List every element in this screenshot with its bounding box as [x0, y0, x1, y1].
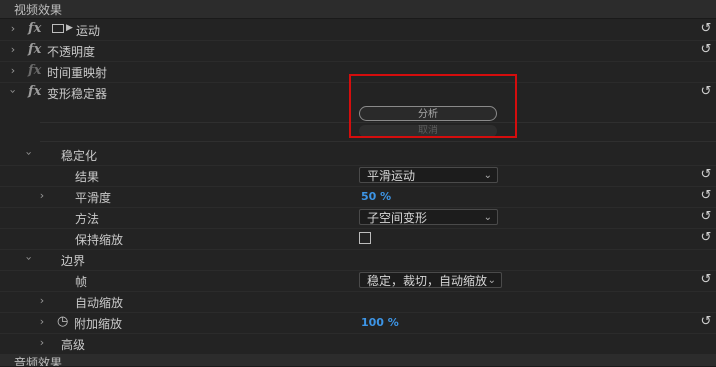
additional-scale-value[interactable]: 100 % — [361, 316, 399, 329]
play-triangle-icon: ▶ — [66, 23, 73, 33]
preserve-scale-label: 保持缩放 — [75, 233, 124, 247]
chevron-down-icon: ⌄ — [483, 170, 492, 181]
result-label: 结果 — [75, 170, 100, 184]
reset-icon[interactable]: ↺ — [699, 85, 713, 99]
property-row-smoothness: › 平滑度 50 % ↺ — [0, 186, 716, 208]
chevron-down-icon[interactable]: › — [7, 87, 20, 97]
reset-icon[interactable]: ↺ — [699, 273, 713, 287]
result-value: 平滑运动 — [367, 169, 416, 183]
method-dropdown[interactable]: 子空间变形 ⌄ — [359, 209, 498, 225]
property-row-preserve-scale: 保持缩放 ↺ — [0, 228, 716, 250]
chevron-right-icon[interactable]: › — [8, 43, 18, 56]
reset-icon[interactable]: ↺ — [699, 22, 713, 36]
property-row-additional-scale: › ◷ 附加缩放 100 % ↺ — [0, 312, 716, 334]
video-effects-header: 视频效果 — [0, 0, 716, 19]
group-row-stabilization[interactable]: › 稳定化 — [0, 144, 716, 166]
fx-toggle-icon[interactable]: fx — [28, 84, 41, 99]
stabilization-label: 稳定化 — [61, 149, 98, 163]
audio-effects-header: 音频效果 — [0, 354, 716, 367]
borders-label: 边界 — [61, 254, 86, 268]
motion-label: 运动 — [76, 24, 101, 38]
chevron-down-icon[interactable]: › — [23, 254, 36, 264]
stopwatch-icon[interactable]: ◷ — [57, 314, 68, 329]
chevron-right-icon[interactable]: › — [37, 315, 47, 328]
method-label: 方法 — [75, 212, 100, 226]
chevron-down-icon: ⌄ — [487, 275, 496, 286]
chevron-right-icon[interactable]: › — [8, 22, 18, 35]
reset-icon[interactable]: ↺ — [699, 43, 713, 57]
effect-row-motion[interactable]: › fx ▶ 运动 ↺ — [0, 19, 716, 41]
time-remap-label: 时间重映射 — [47, 66, 108, 80]
fx-toggle-icon: fx — [28, 63, 42, 78]
video-effects-title: 视频效果 — [14, 3, 63, 17]
fx-toggle-icon[interactable]: fx — [28, 21, 41, 36]
fx-toggle-icon[interactable]: fx — [28, 42, 41, 57]
chevron-right-icon[interactable]: › — [37, 294, 47, 307]
smoothness-value[interactable]: 50 % — [361, 190, 391, 203]
property-row-result: 结果 平滑运动 ⌄ ↺ — [0, 165, 716, 187]
property-row-auto-scale: › 自动缩放 — [0, 291, 716, 313]
auto-scale-label: 自动缩放 — [75, 296, 124, 310]
reset-icon[interactable]: ↺ — [699, 231, 713, 245]
framing-value: 稳定，裁切，自动缩放 — [367, 274, 488, 288]
chevron-down-icon[interactable]: › — [23, 149, 36, 159]
framing-label: 帧 — [75, 275, 88, 289]
reset-icon[interactable]: ↺ — [699, 210, 713, 224]
highlight-box — [349, 74, 517, 138]
chevron-right-icon[interactable]: › — [37, 189, 47, 202]
transform-icon[interactable] — [52, 24, 64, 33]
audio-effects-title: 音频效果 — [14, 356, 63, 367]
opacity-label: 不透明度 — [47, 45, 96, 59]
preserve-scale-checkbox[interactable] — [359, 232, 371, 244]
divider — [40, 141, 716, 142]
method-value: 子空间变形 — [367, 211, 428, 225]
framing-dropdown[interactable]: 稳定，裁切，自动缩放 ⌄ — [359, 272, 502, 288]
advanced-label: 高级 — [61, 338, 86, 352]
warp-stabilizer-label: 变形稳定器 — [47, 87, 108, 101]
group-row-borders[interactable]: › 边界 — [0, 249, 716, 271]
reset-icon[interactable]: ↺ — [699, 315, 713, 329]
result-dropdown[interactable]: 平滑运动 ⌄ — [359, 167, 498, 183]
property-row-framing: 帧 稳定，裁切，自动缩放 ⌄ ↺ — [0, 270, 716, 292]
smoothness-label: 平滑度 — [75, 191, 112, 205]
chevron-right-icon[interactable]: › — [37, 336, 47, 349]
reset-icon[interactable]: ↺ — [699, 168, 713, 182]
reset-icon[interactable]: ↺ — [699, 189, 713, 203]
chevron-right-icon[interactable]: › — [8, 64, 18, 77]
group-row-advanced[interactable]: › 高级 — [0, 333, 716, 355]
property-row-method: 方法 子空间变形 ⌄ ↺ — [0, 207, 716, 229]
chevron-down-icon: ⌄ — [483, 212, 492, 223]
additional-scale-label: 附加缩放 — [74, 317, 123, 331]
effect-row-opacity[interactable]: › fx 不透明度 ↺ — [0, 40, 716, 62]
